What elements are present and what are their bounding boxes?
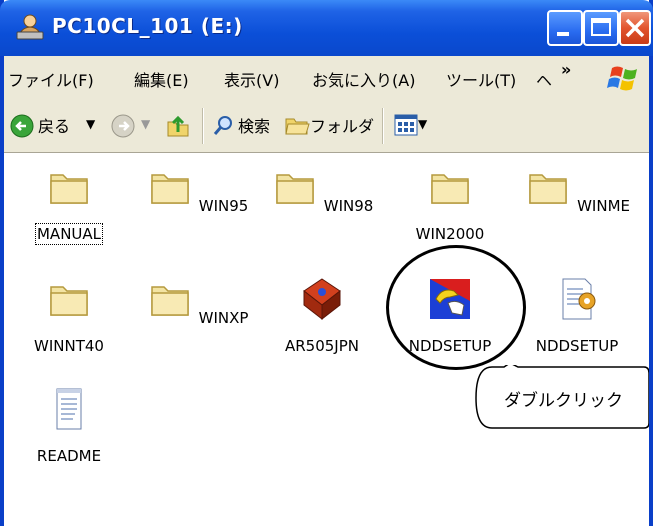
file-item-win98[interactable]: WIN98 — [267, 163, 377, 215]
file-item-nddsetup-ini[interactable]: NDDSETUP — [522, 275, 632, 355]
windows-logo-icon — [604, 62, 644, 96]
folders-icon[interactable] — [284, 114, 310, 136]
folder-icon — [529, 174, 567, 204]
file-item-manual[interactable]: MANUAL — [14, 163, 124, 245]
file-item-win2000[interactable]: WIN2000 — [395, 163, 505, 243]
callout-text: ダブルクリック — [504, 391, 623, 411]
maximize-icon — [591, 18, 611, 36]
search-button-label[interactable]: 検索 — [238, 113, 270, 137]
back-arrow-icon[interactable] — [10, 114, 34, 138]
up-folder-icon[interactable] — [164, 112, 192, 140]
views-icon[interactable] — [394, 114, 418, 136]
forward-dropdown-arrow-icon[interactable]: ▼ — [141, 117, 150, 131]
close-button[interactable] — [619, 10, 651, 46]
title-bar[interactable]: PC10CL_101 (E:) — [0, 0, 653, 56]
folders-button-label[interactable]: フォルダ — [310, 113, 374, 137]
file-label: WIN2000 — [415, 225, 485, 243]
config-settings-icon — [562, 278, 596, 320]
back-button-label[interactable]: 戻る — [38, 113, 70, 137]
menu-overflow-chevron[interactable]: » — [561, 60, 571, 79]
application-icon — [303, 278, 341, 321]
folder-icon — [50, 286, 88, 316]
file-label: MANUAL — [34, 223, 104, 245]
file-view: MANUAL WIN95 WIN98 WIN2000 WINME WINNT40… — [4, 153, 649, 526]
folder-icon — [150, 174, 189, 204]
forward-arrow-icon[interactable] — [111, 114, 135, 138]
folder-icon — [431, 174, 469, 204]
toolbar-separator — [382, 108, 384, 144]
file-label: WINNT40 — [34, 337, 104, 355]
menu-favorites[interactable]: お気に入り(A) — [312, 67, 415, 91]
file-label: README — [36, 447, 102, 465]
menu-file[interactable]: ファイル(F) — [8, 67, 94, 91]
file-label: NDDSETUP — [535, 337, 619, 355]
file-item-readme[interactable]: README — [14, 385, 124, 465]
minimize-button[interactable] — [547, 10, 583, 46]
close-icon — [625, 18, 645, 38]
views-dropdown-arrow-icon[interactable]: ▼ — [418, 117, 427, 131]
menu-edit[interactable]: 編集(E) — [134, 67, 189, 91]
folder-icon — [150, 286, 189, 316]
explorer-window: PC10CL_101 (E:) ファイル(F) 編集(E) 表示(V) お気に入… — [0, 0, 653, 526]
window-title: PC10CL_101 (E:) — [52, 14, 243, 38]
file-item-win95[interactable]: WIN95 — [142, 163, 252, 215]
file-item-winnt40[interactable]: WINNT40 — [14, 275, 124, 355]
folder-icon — [275, 174, 314, 204]
file-item-winme[interactable]: WINME — [522, 163, 632, 215]
text-document-icon — [56, 388, 82, 430]
minimize-icon — [557, 32, 569, 36]
folder-icon — [50, 174, 88, 204]
menu-tools[interactable]: ツール(T) — [446, 67, 516, 91]
search-icon[interactable] — [212, 113, 236, 137]
back-dropdown-arrow-icon[interactable]: ▼ — [86, 117, 95, 131]
maximize-button[interactable] — [583, 10, 619, 46]
file-label: AR505JPN — [284, 337, 359, 355]
menu-bar: ファイル(F) 編集(E) 表示(V) お気に入り(A) ツール(T) ヘ » — [4, 56, 649, 101]
file-label: WINME — [577, 197, 630, 215]
menu-help[interactable]: ヘ — [536, 67, 552, 91]
file-item-ar505jpn[interactable]: AR505JPN — [267, 275, 377, 355]
highlight-circle — [386, 245, 526, 370]
menu-view[interactable]: 表示(V) — [224, 67, 279, 91]
file-label: WINXP — [198, 309, 249, 327]
toolbar-separator — [202, 108, 204, 144]
file-label: WIN95 — [198, 197, 249, 215]
drive-icon — [16, 14, 44, 40]
file-label: WIN98 — [323, 197, 374, 215]
file-item-winxp[interactable]: WINXP — [142, 275, 252, 327]
toolbar: 戻る ▼ ▼ 検索 フォルダ ▼ — [4, 100, 649, 153]
